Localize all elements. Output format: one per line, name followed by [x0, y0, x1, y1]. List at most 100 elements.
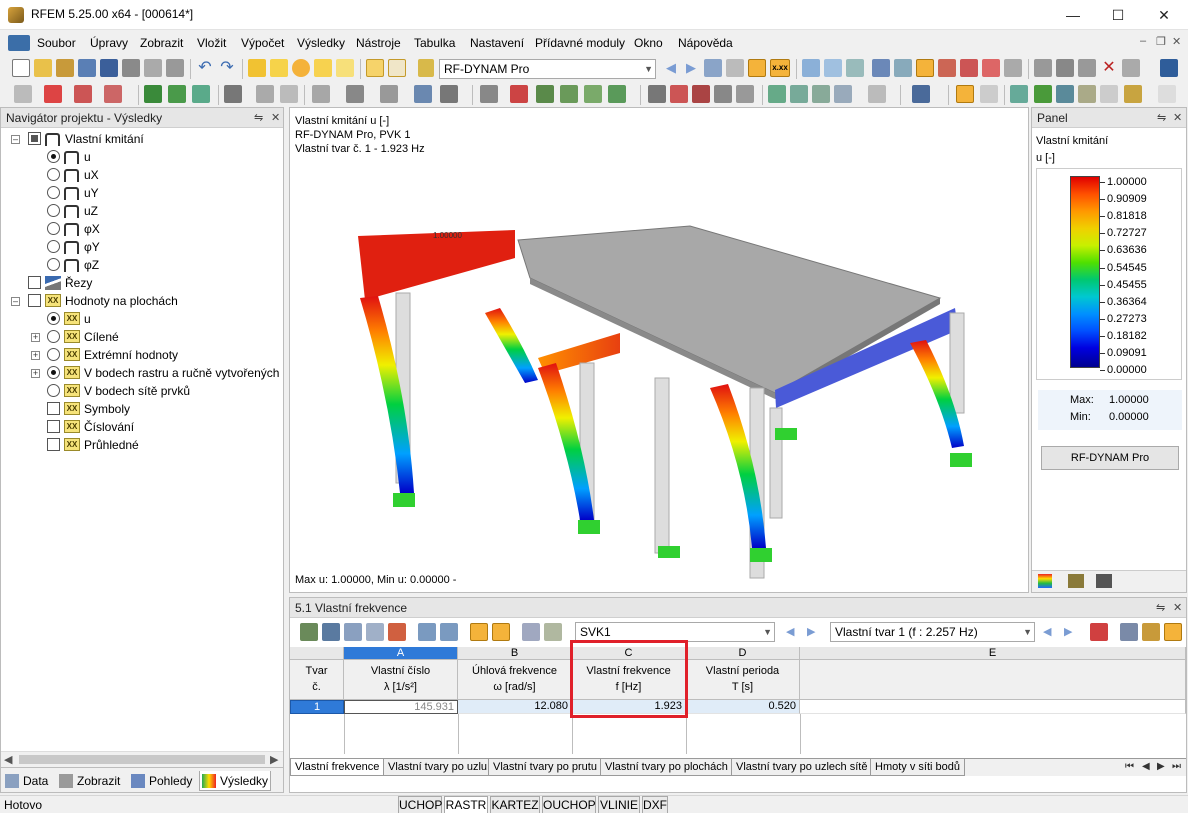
navigator-hscrollbar[interactable]: ◀ ▶	[1, 751, 283, 767]
tree-cilene[interactable]: + XX Cílené	[31, 328, 281, 346]
table-toggle-icon[interactable]	[366, 59, 384, 77]
next-shape-icon[interactable]: ▶	[1064, 625, 1072, 638]
open-folder-icon[interactable]	[34, 59, 52, 77]
mdi-minimize-icon[interactable]: –	[1140, 35, 1146, 47]
columns-icon[interactable]	[366, 623, 384, 641]
tab-zobrazit[interactable]: Zobrazit	[57, 771, 125, 791]
filter-table-icon[interactable]	[344, 623, 362, 641]
object-snap-button[interactable]: OUCHOP	[542, 796, 596, 813]
menu-soubor[interactable]: Soubor	[37, 36, 76, 50]
prev-case-icon[interactable]: ◀	[786, 625, 794, 638]
menu-vysledky[interactable]: Výsledky	[297, 36, 345, 50]
color-legend-icon[interactable]	[1038, 574, 1052, 588]
column[interactable]	[654, 377, 670, 554]
tree-item-uy[interactable]: uY	[47, 184, 277, 202]
cell-d[interactable]: 0.520	[686, 700, 800, 714]
radio[interactable]	[47, 348, 60, 361]
layout-icon[interactable]	[1124, 85, 1142, 103]
tree-v-bodech-rastru[interactable]: + XX V bodech rastru a ručně vytvořených…	[31, 364, 283, 382]
solid-render-icon[interactable]	[1078, 85, 1096, 103]
table-filter-icon[interactable]	[1120, 623, 1138, 641]
model-view-icon[interactable]	[912, 85, 930, 103]
snap-button[interactable]: UCHOP	[398, 796, 442, 813]
pin-icon[interactable]: ⇋	[1157, 108, 1166, 128]
tree-item-uz[interactable]: uZ	[47, 202, 277, 220]
row-number[interactable]: 1	[290, 700, 344, 714]
radio[interactable]	[47, 222, 60, 235]
menu-tabulka[interactable]: Tabulka	[414, 36, 455, 50]
calc-icon[interactable]	[480, 85, 498, 103]
clipboard-icon[interactable]	[1158, 85, 1176, 103]
load-case-select[interactable]: SVK1 ▼	[575, 622, 775, 642]
chart-icon[interactable]	[388, 623, 406, 641]
column-d-header[interactable]: D	[686, 647, 800, 660]
node-icon[interactable]	[14, 85, 32, 103]
view-zx-icon[interactable]	[982, 59, 1000, 77]
tree-item-u[interactable]: u	[47, 148, 277, 166]
hinge-icon[interactable]	[168, 85, 186, 103]
pin-icon[interactable]: ⇋	[254, 108, 263, 128]
mdi-close-icon[interactable]: ✕	[1172, 35, 1181, 48]
tree-rezy[interactable]: Řezy	[28, 274, 278, 292]
checkbox[interactable]	[28, 132, 41, 145]
axis-free-icon[interactable]	[834, 85, 852, 103]
export-excel-icon[interactable]	[300, 623, 318, 641]
view-all-icon[interactable]	[1004, 59, 1022, 77]
print-report-icon[interactable]	[166, 59, 184, 77]
axis-x-icon[interactable]	[768, 85, 786, 103]
tab-vlastni-tvary-po-uzlu[interactable]: Vlastní tvary po uzlu	[383, 759, 493, 776]
tree-item-phix[interactable]: φX	[47, 220, 277, 238]
eye-icon[interactable]	[748, 59, 766, 77]
show-values-icon[interactable]: x.xx	[770, 59, 790, 77]
tree-vlastni-kmitani[interactable]: – Vlastní kmitání	[11, 130, 281, 148]
surface-support-icon[interactable]	[192, 85, 210, 103]
tree-item-phiz[interactable]: φZ	[47, 256, 277, 274]
member-icon[interactable]	[74, 85, 92, 103]
result-icon[interactable]	[510, 85, 528, 103]
view-iso-icon[interactable]	[872, 59, 890, 77]
menu-nastroje[interactable]: Nástroje	[356, 36, 401, 50]
scroll-right-icon[interactable]: ▶	[270, 753, 278, 766]
tree-extremni-hodnoty[interactable]: + XX Extrémní hodnoty	[31, 346, 281, 364]
tree-symboly[interactable]: XX Symboly	[47, 400, 277, 418]
cell-b[interactable]: 12.080	[458, 700, 572, 714]
filter-icon[interactable]	[846, 59, 864, 77]
next-case-icon[interactable]: ▶	[807, 625, 815, 638]
zoom-prev-icon[interactable]	[736, 85, 754, 103]
expand-icon[interactable]: +	[31, 333, 40, 342]
edit-table-icon[interactable]	[544, 623, 562, 641]
checkbox[interactable]	[28, 294, 41, 307]
cell-a[interactable]: 145.931	[344, 700, 458, 714]
deformed-beam-red[interactable]	[358, 230, 515, 300]
tab-pohledy[interactable]: Pohledy	[129, 771, 197, 791]
view-active-icon[interactable]	[916, 59, 934, 77]
cell-e[interactable]	[800, 700, 1186, 714]
open-model-icon[interactable]	[56, 59, 74, 77]
radio[interactable]	[47, 204, 60, 217]
cartesian-button[interactable]: KARTEZ	[490, 796, 540, 813]
box-icon[interactable]	[414, 85, 432, 103]
polyline-icon[interactable]	[104, 85, 122, 103]
results-icon[interactable]	[704, 59, 722, 77]
measure-icon[interactable]	[1034, 59, 1052, 77]
support[interactable]	[750, 548, 772, 562]
support[interactable]	[393, 493, 415, 507]
support[interactable]	[950, 453, 972, 467]
column[interactable]	[769, 407, 783, 519]
maximize-button[interactable]: ☐	[1095, 0, 1141, 30]
table-settings-icon[interactable]	[1142, 623, 1160, 641]
tab-data[interactable]: Data	[3, 771, 55, 791]
result-grid[interactable]: Tvar č. A Vlastní číslo λ [1/s²] B Úhlová …	[290, 640, 1186, 754]
column-e-header[interactable]: E	[800, 647, 1186, 660]
column[interactable]	[949, 312, 965, 414]
tree-cislovani[interactable]: XX Číslování	[47, 418, 277, 436]
collapse-icon[interactable]: –	[11, 297, 20, 306]
radio[interactable]	[47, 168, 60, 181]
radio[interactable]	[47, 240, 60, 253]
values-icon[interactable]	[726, 59, 744, 77]
export-icon[interactable]	[1160, 59, 1178, 77]
mode-shape-select[interactable]: Vlastní tvar 1 (f : 2.257 Hz) ▼	[830, 622, 1035, 642]
triangle-icon[interactable]	[1078, 59, 1096, 77]
first-tab-icon[interactable]: ⏮	[1125, 761, 1134, 772]
sync-icon[interactable]	[470, 623, 488, 641]
